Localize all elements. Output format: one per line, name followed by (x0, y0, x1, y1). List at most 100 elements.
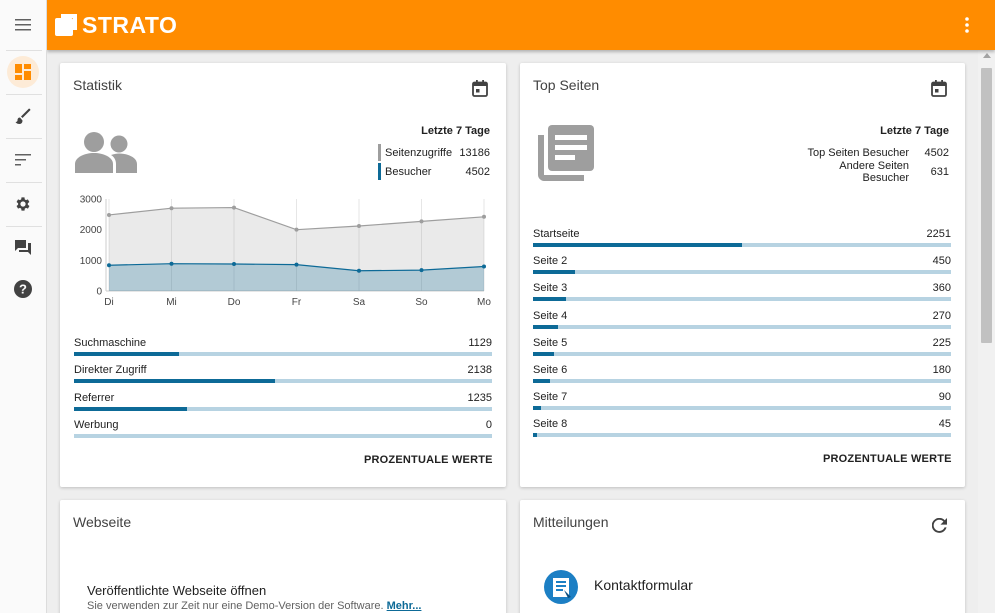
legend-item-besucher: Besucher 4502 (378, 162, 490, 181)
data-point[interactable] (232, 205, 236, 210)
data-point[interactable] (482, 214, 486, 219)
open-website-heading[interactable]: Veröffentlichte Webseite öffnen (87, 583, 266, 598)
more-vertical-icon (965, 17, 969, 33)
x-tick-label: Di (104, 297, 113, 308)
data-point[interactable] (357, 268, 361, 273)
help-icon: ? (14, 280, 32, 298)
summary-name: Top Seiten Besucher (807, 146, 909, 159)
bar-track (533, 351, 951, 356)
bar-label: Seite 8 (533, 418, 568, 431)
summary-value: 4502 (924, 146, 949, 159)
y-tick-label: 0 (96, 287, 102, 298)
brand-name: STRATO (82, 12, 178, 38)
statistik-card: Statistik Letzte 7 Tage Seitenzugriffe 1… (60, 63, 506, 487)
sidebar-item-sort[interactable] (0, 138, 46, 182)
bar-value: 270 (932, 309, 951, 322)
bar-fill (533, 270, 575, 275)
statistik-date-button[interactable] (470, 78, 490, 98)
chat-icon (15, 240, 31, 255)
bar-track (74, 352, 492, 356)
bar-value: 180 (932, 364, 951, 376)
x-tick-label: Fr (292, 297, 302, 308)
summary-item: Andere Seiten Besucher 631 (790, 160, 949, 184)
x-tick-label: Mi (166, 297, 177, 308)
list-item[interactable]: Seite 4 270 (533, 310, 951, 337)
top-seiten-period-label: Letzte 7 Tage (880, 125, 949, 137)
list-item[interactable]: Seite 8 45 (533, 418, 951, 445)
webseite-title: Webseite (73, 514, 132, 530)
data-point[interactable] (232, 262, 236, 267)
scroll-up-arrow[interactable] (978, 53, 995, 63)
bar-fill (74, 379, 275, 384)
x-tick-label: Do (228, 297, 241, 308)
arrow-up-icon (982, 53, 991, 58)
top-seiten-summary: Letzte 7 Tage Top Seiten Besucher 4502 A… (790, 125, 949, 184)
list-item[interactable]: Suchmaschine 1129 (74, 337, 492, 364)
bar-value: 360 (932, 282, 951, 295)
strato-logo-icon (55, 14, 77, 36)
bar-label: Seite 4 (533, 309, 568, 322)
bar-track (533, 379, 951, 383)
sidebar-item-settings[interactable] (0, 182, 46, 226)
statistik-chart: 0 1000 2000 3000 Di Mi Do Fr Sa So Mo (80, 195, 492, 309)
bar-value: 450 (932, 255, 951, 268)
dashboard-icon (15, 64, 31, 80)
sidebar-item-messages[interactable] (0, 226, 46, 270)
list-item[interactable]: Seite 3 360 (533, 282, 951, 309)
bar-value: 1235 (467, 391, 492, 404)
refresh-button[interactable] (929, 515, 949, 535)
refresh-icon (931, 517, 947, 533)
bar-track (74, 406, 492, 411)
top-seiten-date-button[interactable] (929, 78, 949, 98)
bar-value: 2251 (926, 228, 951, 240)
x-tick-label: So (415, 297, 428, 308)
list-item[interactable]: Startseite 2251 (533, 228, 951, 255)
menu-button[interactable] (0, 3, 46, 47)
bar-value: 45 (938, 418, 951, 431)
list-item[interactable]: Seite 6 180 (533, 364, 951, 391)
list-item[interactable]: Seite 7 90 (533, 391, 951, 418)
bar-track (533, 297, 951, 302)
page-scrollbar[interactable] (978, 50, 995, 613)
sidebar-item-help[interactable]: ? (0, 267, 46, 311)
list-item[interactable]: Seite 2 450 (533, 255, 951, 282)
list-item[interactable]: Direkter Zugriff 2138 (74, 364, 492, 391)
legend-swatch (378, 144, 381, 161)
more-link[interactable]: Mehr... (387, 600, 422, 612)
gear-icon (16, 197, 30, 211)
bar-track (533, 243, 951, 247)
data-point[interactable] (482, 264, 486, 269)
bar-fill (74, 352, 179, 356)
data-point[interactable] (169, 206, 174, 211)
scroll-thumb[interactable] (981, 68, 992, 343)
data-point[interactable] (357, 223, 361, 228)
list-item[interactable]: Referrer 1235 (74, 392, 492, 419)
data-point[interactable] (107, 212, 111, 217)
y-tick-label: 2000 (80, 225, 103, 236)
data-point[interactable] (419, 219, 424, 224)
strato-logo[interactable]: STRATO (55, 12, 177, 38)
webseite-card: Webseite Veröffentlichte Webseite öffnen… (60, 500, 506, 613)
data-point[interactable] (419, 268, 424, 273)
list-item[interactable]: Seite 5 225 (533, 337, 951, 364)
bar-fill (533, 324, 559, 329)
legend-name: Seitenzugriffe (385, 146, 453, 159)
menu-icon (15, 19, 31, 31)
data-point[interactable] (107, 263, 111, 268)
legend-name: Besucher (385, 165, 432, 178)
bar-value: 225 (932, 336, 951, 349)
statistik-percent-button[interactable]: PROZENTUALE WERTE (358, 450, 499, 470)
list-item[interactable]: Werbung 0 (74, 419, 492, 446)
sidebar-item-design[interactable] (0, 94, 46, 138)
data-point[interactable] (169, 261, 174, 266)
more-menu-button[interactable] (957, 15, 977, 35)
top-seiten-percent-button[interactable]: PROZENTUALE WERTE (817, 449, 958, 469)
data-point[interactable] (294, 262, 299, 267)
sidebar-item-dashboard[interactable] (0, 50, 46, 94)
bar-value: 90 (938, 391, 951, 404)
bar-label: Seite 2 (533, 255, 568, 268)
contact-form-item[interactable]: Kontaktformular (594, 577, 693, 593)
data-point[interactable] (294, 227, 299, 232)
bar-track (533, 324, 951, 329)
bar-label: Seite 3 (533, 282, 568, 295)
